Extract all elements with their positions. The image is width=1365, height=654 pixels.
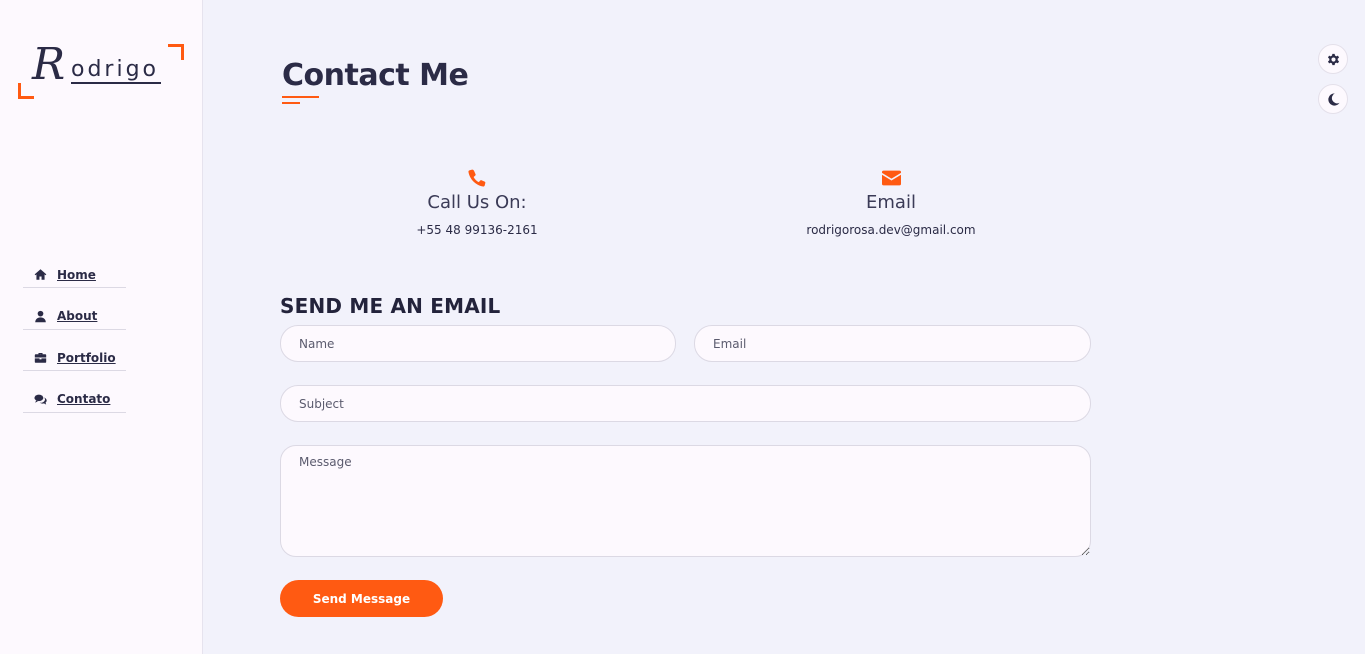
underline-short [282,102,300,104]
logo[interactable]: R odrigo [18,40,184,99]
sidebar-item-label: Home [57,267,96,282]
theme-toggle-button[interactable] [1318,84,1348,114]
title-underline [282,96,319,104]
subject-input[interactable] [280,385,1091,422]
phone-heading: Call Us On: [427,192,527,213]
email-heading: Email [866,192,916,213]
logo-text: odrigo [71,57,162,84]
moon-icon [1327,92,1340,106]
briefcase-icon [33,351,47,365]
sidebar-item-about[interactable]: About [23,304,126,330]
logo-corner-top-right [168,44,184,60]
phone-contact-card: Call Us On: +55 48 99136-2161 [397,168,557,237]
form-title: SEND ME AN EMAIL [280,294,501,318]
email-contact-card: Email rodrigorosa.dev@gmail.com [791,168,991,237]
logo-initial: R [32,39,66,90]
page-title: Contact Me [282,58,469,93]
user-icon [33,309,47,323]
gear-icon [1326,52,1341,67]
phone-number[interactable]: +55 48 99136-2161 [397,223,557,237]
sidebar-item-label: About [57,309,98,323]
sidebar-item-label: Contato [57,392,111,406]
sidebar: R odrigo Home About Portfolio Contato [0,0,203,654]
email-address[interactable]: rodrigorosa.dev@gmail.com [791,223,991,237]
sidebar-item-label: Portfolio [57,350,116,365]
underline-long [282,96,319,98]
sidebar-nav: Home About Portfolio Contato [23,262,126,428]
comments-icon [33,392,47,406]
sidebar-item-contato[interactable]: Contato [23,387,126,413]
send-message-button[interactable]: Send Message [280,580,443,617]
email-input[interactable] [694,325,1091,362]
home-icon [33,268,47,282]
phone-icon [397,168,557,188]
sidebar-item-home[interactable]: Home [23,262,126,288]
name-input[interactable] [280,325,676,362]
message-textarea[interactable] [280,445,1091,557]
envelope-icon [791,168,991,188]
settings-button[interactable] [1318,44,1348,74]
sidebar-item-portfolio[interactable]: Portfolio [23,345,126,371]
